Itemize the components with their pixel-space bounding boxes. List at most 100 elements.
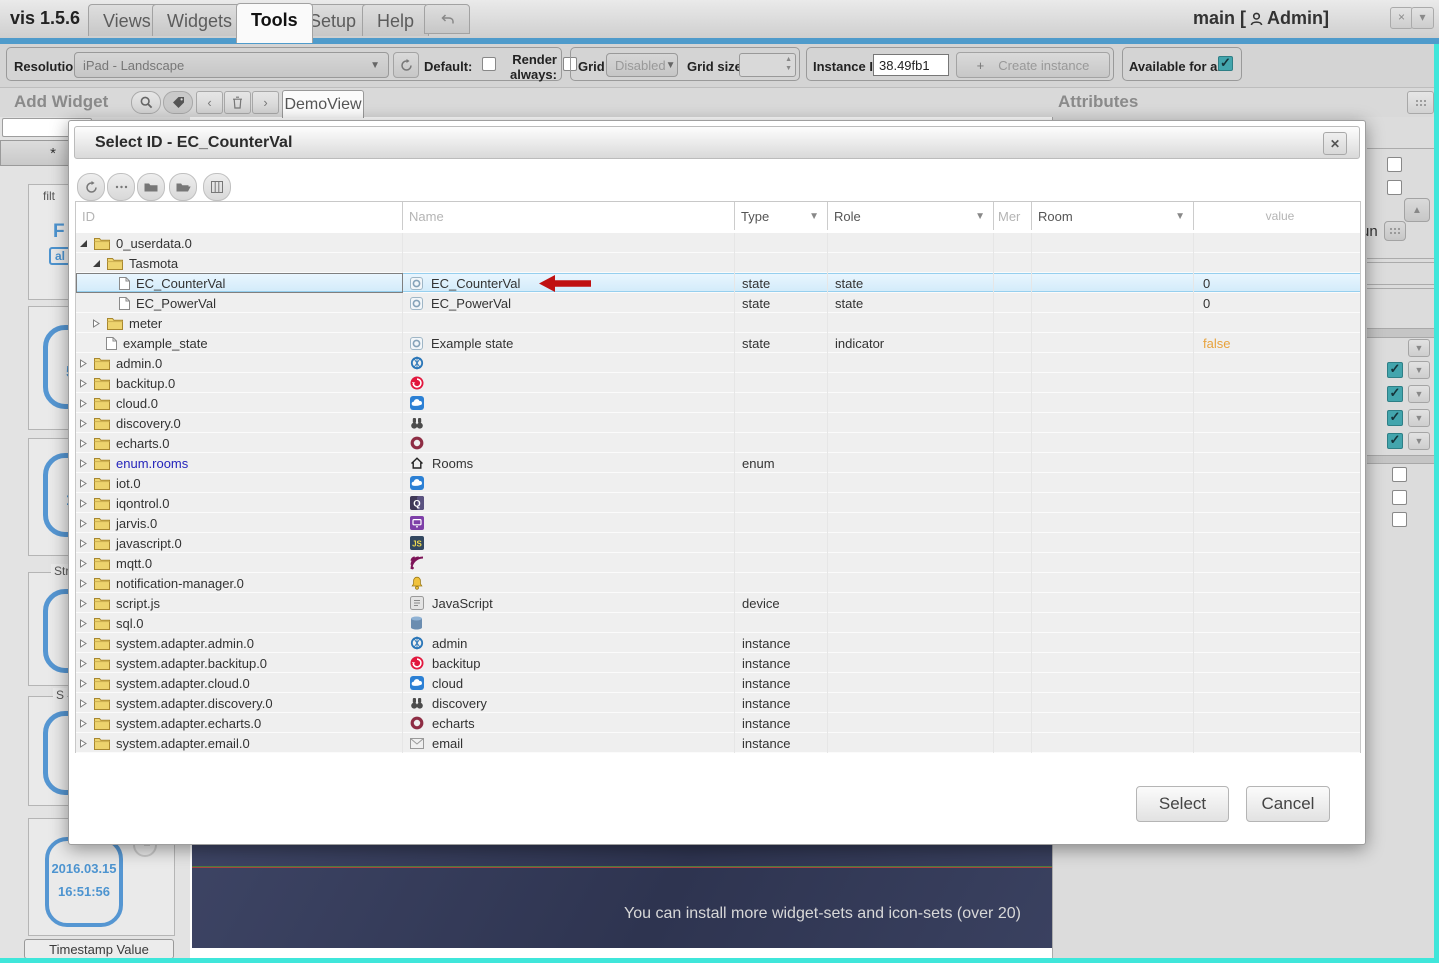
expand-icon[interactable] (79, 719, 88, 728)
menu-tab-widgets[interactable]: Widgets (152, 4, 247, 36)
resolution-refresh-button[interactable] (393, 52, 419, 78)
grid-select[interactable]: Disabled▼ (606, 53, 678, 77)
expand-icon[interactable] (79, 559, 88, 568)
expand-icon[interactable] (79, 359, 88, 368)
id-cell[interactable]: meter (76, 313, 403, 333)
id-cell[interactable]: cloud.0 (76, 393, 403, 413)
id-cell[interactable]: 0_userdata.0 (76, 233, 403, 253)
table-row[interactable]: iqontrol.0Q (76, 493, 1360, 513)
table-row[interactable]: system.adapter.admin.0admininstance (76, 633, 1360, 653)
id-filter-input[interactable]: ID (76, 202, 403, 230)
table-row[interactable]: echarts.0 (76, 433, 1360, 453)
attribute-checkbox-checked[interactable]: ✓ (1387, 410, 1403, 426)
resolution-select[interactable]: iPad - Landscape▼ (74, 52, 389, 78)
prev-view-button[interactable]: ‹ (196, 91, 223, 114)
search-widget-button[interactable] (131, 91, 161, 114)
instance-id-input[interactable]: 38.49fb1 (873, 54, 949, 76)
id-cell[interactable]: admin.0 (76, 353, 403, 373)
next-view-button[interactable]: › (252, 91, 279, 114)
expand-icon[interactable] (79, 499, 88, 508)
id-cell[interactable]: backitup.0 (76, 373, 403, 393)
table-row[interactable]: system.adapter.cloud.0cloudinstance (76, 673, 1360, 693)
table-row[interactable]: system.adapter.echarts.0echartsinstance (76, 713, 1360, 733)
attribute-checkbox-checked[interactable]: ✓ (1387, 386, 1403, 402)
table-row[interactable]: EC_PowerValEC_PowerValstatestate0 (76, 293, 1360, 313)
expand-icon[interactable] (79, 659, 88, 668)
id-cell[interactable]: system.adapter.admin.0 (76, 633, 403, 653)
id-cell[interactable]: system.adapter.echarts.0 (76, 713, 403, 733)
expand-icon[interactable] (79, 579, 88, 588)
collapse-icon[interactable] (79, 239, 88, 248)
id-cell[interactable]: sql.0 (76, 613, 403, 633)
expand-icon[interactable] (79, 679, 88, 688)
table-row[interactable]: enum.roomsRoomsenum (76, 453, 1360, 473)
attribute-checkbox[interactable] (1387, 180, 1402, 195)
id-cell[interactable]: system.adapter.email.0 (76, 733, 403, 753)
expand-icon[interactable] (79, 699, 88, 708)
id-cell[interactable]: iqontrol.0 (76, 493, 403, 513)
dialog-title-bar[interactable]: Select ID - EC_CounterVal ✕ (74, 126, 1360, 159)
expand-icon[interactable] (79, 399, 88, 408)
id-cell[interactable]: example_state (76, 333, 403, 353)
id-cell[interactable]: system.adapter.discovery.0 (76, 693, 403, 713)
table-row[interactable]: 0_userdata.0 (76, 233, 1360, 253)
table-row[interactable]: admin.0 (76, 353, 1360, 373)
expand-icon[interactable] (92, 319, 101, 328)
attribute-checkbox-checked[interactable]: ✓ (1387, 433, 1403, 449)
available-for-all-checkbox[interactable]: ✓ (1218, 56, 1233, 71)
id-cell[interactable]: javascript.0 (76, 533, 403, 553)
id-cell[interactable]: discovery.0 (76, 413, 403, 433)
table-row[interactable]: example_stateExample statestateindicator… (76, 333, 1360, 353)
attribute-checkbox[interactable] (1392, 490, 1407, 505)
id-cell[interactable]: system.adapter.cloud.0 (76, 673, 403, 693)
attributes-menu-button[interactable] (1407, 91, 1434, 114)
attribute-checkbox[interactable] (1392, 467, 1407, 482)
id-cell[interactable]: EC_CounterVal (76, 273, 403, 293)
table-row[interactable]: script.jsJavaScriptdevice (76, 593, 1360, 613)
collapse-folders-button[interactable] (137, 173, 165, 201)
cancel-button[interactable]: Cancel (1246, 786, 1330, 822)
table-row[interactable]: system.adapter.backitup.0backitupinstanc… (76, 653, 1360, 673)
view-tab-demoview[interactable]: DemoView (282, 90, 364, 118)
grid-size-stepper[interactable]: ▲▼ (739, 53, 796, 77)
dialog-close-button[interactable]: ✕ (1323, 132, 1347, 155)
expand-icon[interactable] (79, 439, 88, 448)
id-cell[interactable]: mqtt.0 (76, 553, 403, 573)
expand-icon[interactable] (79, 459, 88, 468)
attribute-dropdown[interactable]: ▼ (1408, 432, 1430, 450)
delete-view-button[interactable] (224, 91, 251, 114)
attribute-checkbox[interactable] (1392, 512, 1407, 527)
type-filter-select[interactable]: Type▼ (735, 202, 828, 230)
window-dropdown-button[interactable]: ▾ (1411, 7, 1434, 29)
expand-icon[interactable] (79, 619, 88, 628)
close-window-button[interactable]: × (1390, 7, 1413, 29)
table-row[interactable]: notification-manager.0 (76, 573, 1360, 593)
id-cell[interactable]: enum.rooms (76, 453, 403, 473)
expand-icon[interactable] (79, 539, 88, 548)
create-instance-button[interactable]: + Create instance (956, 52, 1110, 78)
attribute-checkbox-checked[interactable]: ✓ (1387, 362, 1403, 378)
table-row[interactable]: iot.0 (76, 473, 1360, 493)
id-cell[interactable]: system.adapter.backitup.0 (76, 653, 403, 673)
table-row[interactable]: Tasmota (76, 253, 1360, 273)
expand-icon[interactable] (79, 739, 88, 748)
undo-button[interactable] (424, 4, 470, 34)
id-cell[interactable]: script.js (76, 593, 403, 613)
id-cell[interactable]: echarts.0 (76, 433, 403, 453)
expand-icon[interactable] (79, 519, 88, 528)
table-row[interactable]: mqtt.0 (76, 553, 1360, 573)
select-button[interactable]: Select (1136, 786, 1229, 822)
table-row[interactable]: javascript.0JS (76, 533, 1360, 553)
attribute-dropdown[interactable]: ▼ (1408, 361, 1430, 379)
expand-icon[interactable] (79, 419, 88, 428)
id-cell[interactable]: jarvis.0 (76, 513, 403, 533)
scroll-up-button[interactable]: ▲ (1404, 198, 1430, 222)
expand-icon[interactable] (79, 599, 88, 608)
attribute-dropdown[interactable]: ▼ (1408, 339, 1430, 357)
columns-button[interactable] (203, 173, 231, 201)
table-row[interactable]: jarvis.0 (76, 513, 1360, 533)
id-cell[interactable]: iot.0 (76, 473, 403, 493)
widget-list-button[interactable] (1384, 221, 1406, 241)
table-row[interactable]: sql.0 (76, 613, 1360, 633)
table-row[interactable]: EC_CounterValEC_CounterValstatestate0 (76, 273, 1360, 293)
